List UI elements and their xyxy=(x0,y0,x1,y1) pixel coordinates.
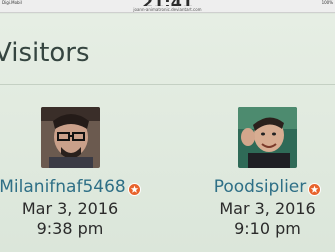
avatar-image xyxy=(40,107,100,168)
avatar[interactable] xyxy=(238,107,297,168)
avatar-image xyxy=(238,107,297,168)
visit-date: Mar 3, 2016 xyxy=(21,199,119,218)
section-title: Visitors xyxy=(0,38,90,68)
visit-time: 9:38 pm xyxy=(36,219,104,238)
star-badge-icon xyxy=(127,181,141,196)
username-link[interactable]: Milanifnaf5468 xyxy=(0,177,126,197)
avatar[interactable] xyxy=(40,107,100,168)
username-link[interactable]: Poodsiplier xyxy=(214,177,307,197)
username-row: Milanifnaf5468 xyxy=(0,176,141,198)
url-text: joann-animatronic.deviantart.com xyxy=(133,7,202,12)
star-badge-icon xyxy=(308,181,322,196)
address-bar[interactable]: joann-animatronic.deviantart.com xyxy=(0,6,335,13)
visitor-card: Poodsiplier Mar 3, 2016 9:10 pm xyxy=(200,94,335,239)
visitor-card: Milanifnaf5468 Mar 3, 2016 9:38 pm xyxy=(0,94,141,239)
visit-date: Mar 3, 2016 xyxy=(219,199,316,218)
page-content: Visitors Milanifnaf5468 Mar 3, 2016 9:38… xyxy=(0,14,335,252)
username-row: Poodsiplier xyxy=(200,176,335,198)
visit-time: 9:10 pm xyxy=(234,219,301,238)
section-divider xyxy=(0,84,335,85)
